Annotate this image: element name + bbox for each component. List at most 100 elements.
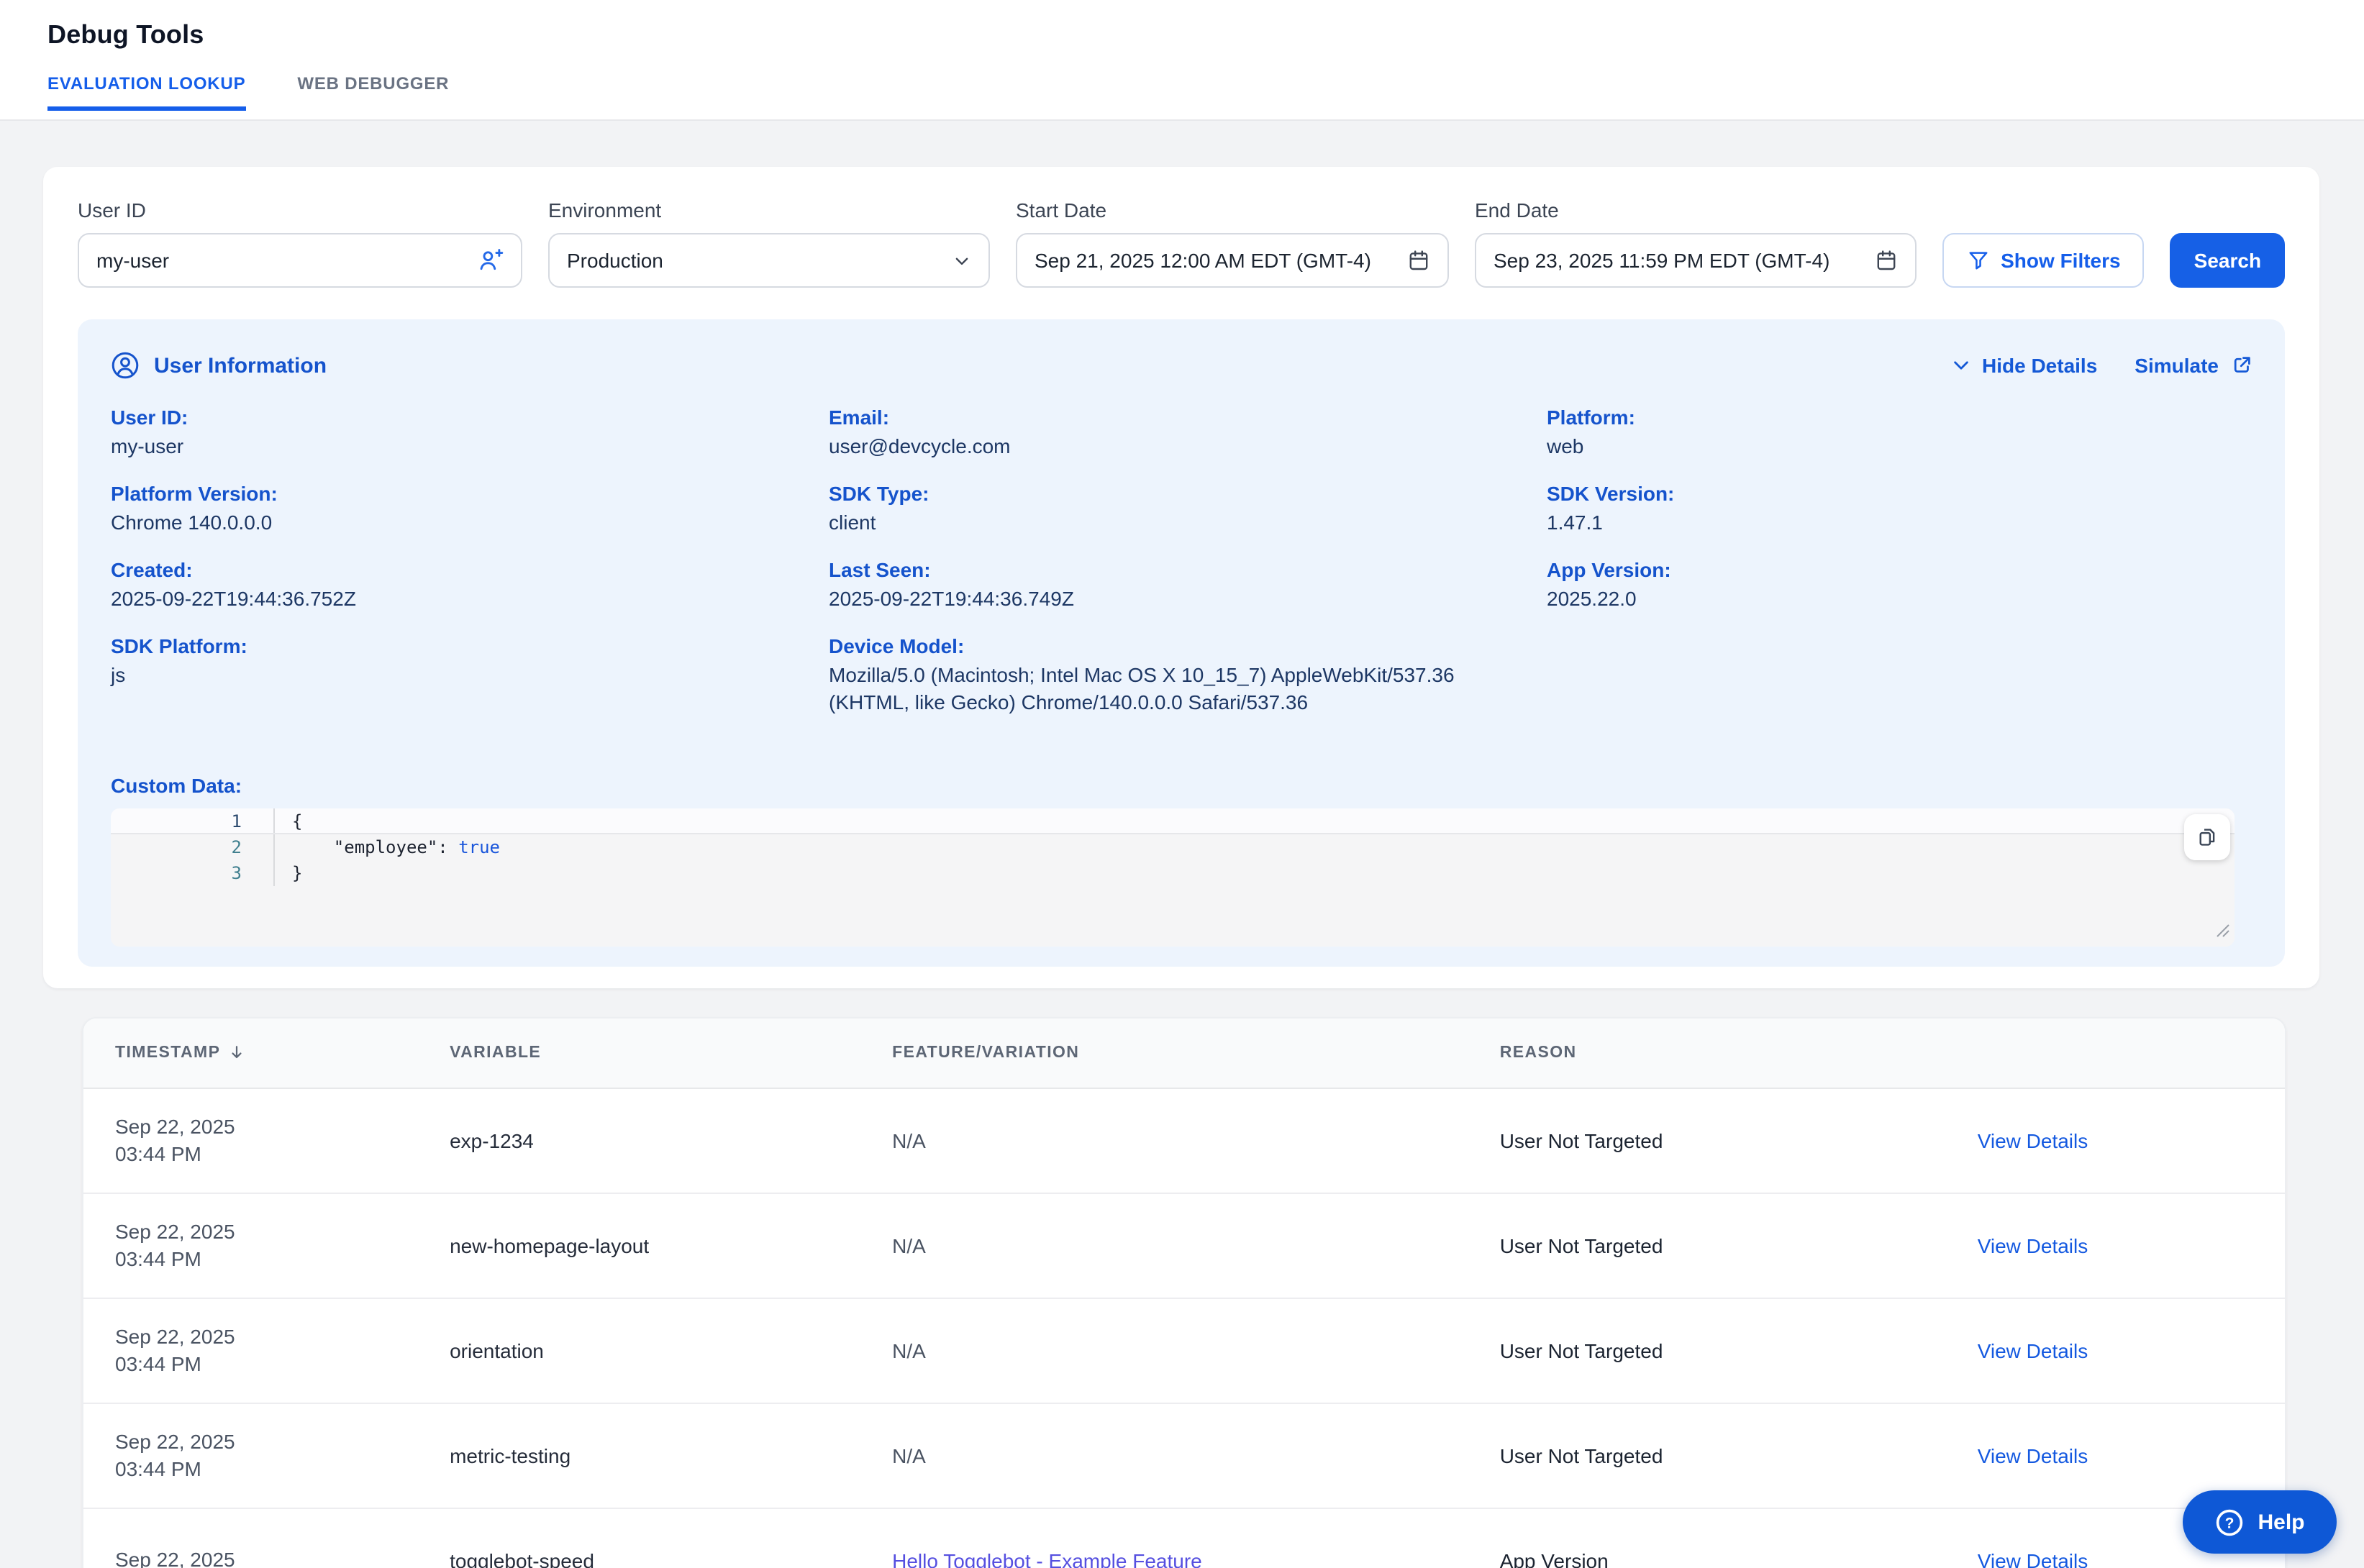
info-block: Created:2025-09-22T19:44:36.752Z [111,558,817,613]
copy-icon [2196,826,2219,849]
feature-cell: N/A [860,1298,1468,1403]
custom-data-editor[interactable]: 1 { 2 "employee": true 3 } [111,808,2235,947]
col-header-reason[interactable]: REASON [1468,1018,1946,1088]
table-row: Sep 22, 202503:44 PM orientation N/A Use… [83,1298,2285,1403]
show-filters-label: Show Filters [2001,249,2120,272]
timestamp-cell: Sep 22, 202503:44 PM [83,1193,418,1298]
environment-value: Production [567,249,663,272]
user-add-icon[interactable] [478,247,504,273]
col-header-actions [1946,1018,2285,1088]
info-block: App Version:2025.22.0 [1547,558,2253,613]
tab-web-debugger[interactable]: WEB DEBUGGER [297,73,449,111]
user-information-title: User Information [154,353,327,378]
user-id-input-wrap [78,233,522,288]
evaluations-table: TIMESTAMP VARIABLE FEATURE/VARIATION REA… [83,1018,2285,1568]
end-date-field-group: End Date Sep 23, 2025 11:59 PM EDT (GMT-… [1475,199,1917,288]
view-details-link[interactable]: View Details [1978,1339,2088,1362]
user-info-column-2: Email:user@devcycle.com SDK Type:client … [829,406,1535,716]
code-line-2: 2 "employee": true [111,834,2235,860]
environment-label: Environment [548,199,990,222]
user-info-column-3: Platform:web SDK Version:1.47.1 App Vers… [1547,406,2253,716]
user-info-grid: User ID:my-user Platform Version:Chrome … [111,406,2253,716]
reason-cell: App Version [1468,1508,1946,1568]
evaluation-lookup-card: User ID Environment Production [43,167,2319,988]
simulate-link[interactable]: Simulate [2135,354,2253,377]
help-label: Help [2258,1510,2304,1534]
info-block: SDK Type:client [829,482,1535,537]
user-information-title-wrap: User Information [111,351,327,380]
end-date-input[interactable]: Sep 23, 2025 11:59 PM EDT (GMT-4) [1475,233,1917,288]
show-filters-button[interactable]: Show Filters [1942,233,2145,288]
end-date-value: Sep 23, 2025 11:59 PM EDT (GMT-4) [1494,249,1829,272]
info-block: Device Model:Mozilla/5.0 (Macintosh; Int… [829,634,1535,716]
view-details-link[interactable]: View Details [1978,1234,2088,1257]
tab-bar: EVALUATION LOOKUP WEB DEBUGGER [47,73,2364,111]
timestamp-cell: Sep 22, 2025 [83,1508,418,1568]
info-block: SDK Platform:js [111,634,817,689]
external-link-icon [2230,354,2253,377]
question-circle-icon: ? [2214,1507,2245,1537]
table-row: Sep 22, 2025 togglebot-speed Hello Toggl… [83,1508,2285,1568]
info-block: Platform Version:Chrome 140.0.0.0 [111,482,817,537]
table-row: Sep 22, 202503:44 PM exp-1234 N/A User N… [83,1088,2285,1193]
col-header-variable[interactable]: VARIABLE [418,1018,860,1088]
view-details-link[interactable]: View Details [1978,1129,2088,1152]
col-header-timestamp[interactable]: TIMESTAMP [83,1018,418,1088]
calendar-icon [1407,249,1430,272]
info-block: User ID:my-user [111,406,817,460]
variable-cell: new-homepage-layout [418,1193,860,1298]
hide-details-label: Hide Details [1982,354,2097,377]
code-line-1: 1 { [111,808,2235,834]
tab-evaluation-lookup[interactable]: EVALUATION LOOKUP [47,73,245,111]
start-date-field-group: Start Date Sep 21, 2025 12:00 AM EDT (GM… [1016,199,1449,288]
feature-cell: N/A [860,1193,1468,1298]
resize-handle[interactable] [2216,922,2230,942]
filter-funnel-icon [1966,249,1989,272]
user-information-header: User Information Hide Details Simulate [111,351,2253,380]
user-info-column-1: User ID:my-user Platform Version:Chrome … [111,406,817,716]
custom-data-label: Custom Data: [111,774,2253,797]
variable-cell: metric-testing [418,1403,860,1508]
feature-cell: N/A [860,1088,1468,1193]
custom-data-section: Custom Data: 1 { 2 "employee": true 3 } [111,774,2253,947]
simulate-label: Simulate [2135,354,2219,377]
timestamp-cell: Sep 22, 202503:44 PM [83,1298,418,1403]
info-block: SDK Version:1.47.1 [1547,482,2253,537]
calendar-icon [1875,249,1898,272]
user-information-panel: User Information Hide Details Simulate [78,319,2285,967]
page-title: Debug Tools [47,20,2364,50]
reason-cell: User Not Targeted [1468,1298,1946,1403]
reason-cell: User Not Targeted [1468,1088,1946,1193]
search-button-label: Search [2194,249,2261,272]
col-header-feature-variation[interactable]: FEATURE/VARIATION [860,1018,1468,1088]
code-line-3: 3 } [111,860,2235,886]
user-information-actions: Hide Details Simulate [1950,354,2253,377]
user-id-input[interactable] [96,249,466,272]
start-date-input[interactable]: Sep 21, 2025 12:00 AM EDT (GMT-4) [1016,233,1449,288]
start-date-label: Start Date [1016,199,1449,222]
debug-tools-page: Debug Tools EVALUATION LOOKUP WEB DEBUGG… [0,0,2364,1568]
view-details-link[interactable]: View Details [1978,1444,2088,1467]
hide-details-link[interactable]: Hide Details [1950,354,2097,377]
view-details-link[interactable]: View Details [1978,1549,2088,1568]
help-button[interactable]: ? Help [2183,1490,2337,1554]
copy-button[interactable] [2184,814,2230,860]
variable-cell: exp-1234 [418,1088,860,1193]
user-id-label: User ID [78,199,522,222]
table-row: Sep 22, 202503:44 PM metric-testing N/A … [83,1403,2285,1508]
search-button[interactable]: Search [2170,233,2285,288]
page-header: Debug Tools EVALUATION LOOKUP WEB DEBUGG… [0,0,2364,121]
evaluations-table-card: TIMESTAMP VARIABLE FEATURE/VARIATION REA… [82,1017,2286,1568]
environment-select[interactable]: Production [548,233,990,288]
end-date-label: End Date [1475,199,1917,222]
timestamp-cell: Sep 22, 202503:44 PM [83,1403,418,1508]
feature-link[interactable]: Hello Togglebot - Example Feature [892,1549,1202,1568]
sort-descending-icon [227,1044,246,1062]
reason-cell: User Not Targeted [1468,1193,1946,1298]
chevron-down-icon [1950,355,1970,375]
info-block: Last Seen:2025-09-22T19:44:36.749Z [829,558,1535,613]
environment-field-group: Environment Production [548,199,990,288]
chevron-down-icon [953,251,971,270]
info-block: Platform:web [1547,406,2253,460]
filter-form: User ID Environment Production [78,199,2285,288]
